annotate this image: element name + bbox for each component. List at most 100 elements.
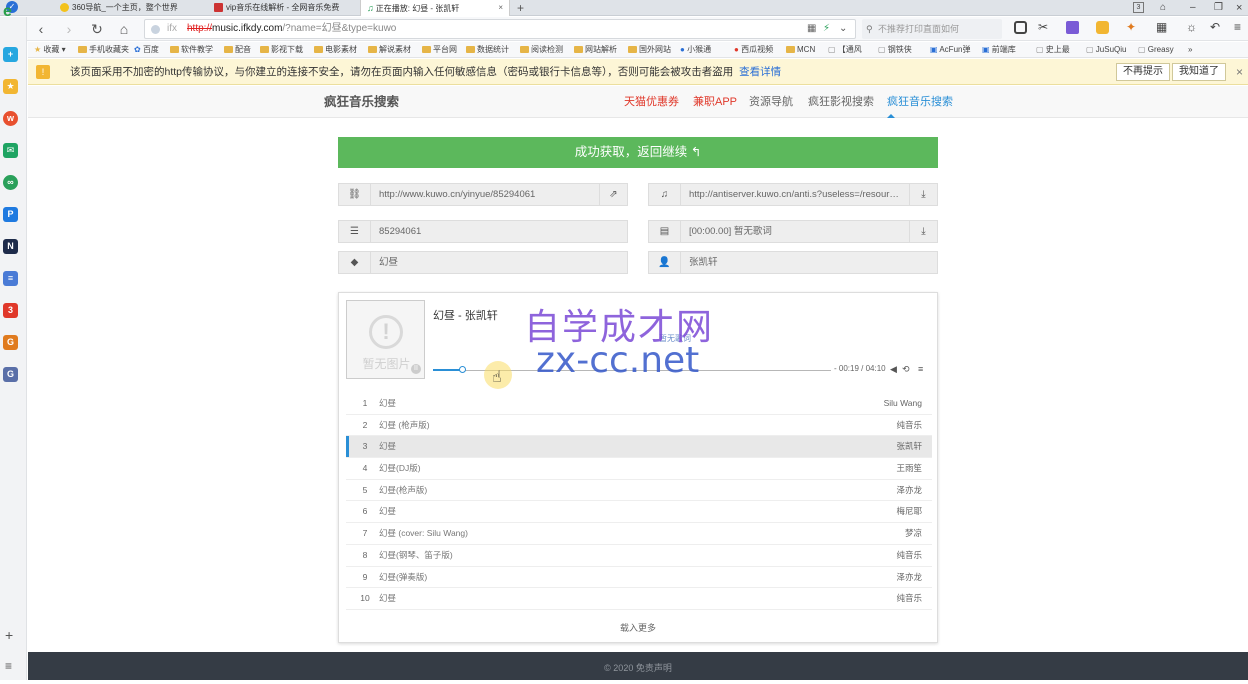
bookmark-item[interactable]: ▣ 前端库 (982, 42, 1016, 58)
more-menu-icon[interactable]: ≡ (1234, 20, 1241, 34)
bookmark-item[interactable]: ▢ 史上最 (1036, 42, 1070, 58)
screenshot-icon[interactable] (1014, 21, 1027, 34)
bookmark-item[interactable]: 软件教学 (170, 42, 213, 58)
restore-icon[interactable]: ❐ (1214, 0, 1223, 16)
playlist-row[interactable]: 9 幻昼(弹奏版) 泽亦龙 (346, 567, 932, 589)
back-icon[interactable]: ‹ (32, 20, 50, 38)
got-it-button[interactable]: 我知道了 (1172, 63, 1226, 81)
lightning-icon[interactable]: ⚡ (823, 20, 830, 38)
sidebar-app-icon[interactable]: + (3, 47, 18, 62)
load-more-button[interactable]: 载入更多 (339, 621, 937, 634)
chevron-down-icon[interactable]: ⌄ (839, 20, 847, 38)
playlist-toggle-icon[interactable]: ≡ (918, 364, 923, 374)
url-input[interactable]: ifx http://music.ifkdy.com/?name=幻昼&type=… (144, 19, 856, 39)
home-icon[interactable]: ⌂ (115, 20, 133, 38)
forward-icon[interactable]: › (60, 20, 78, 38)
tab-1[interactable]: 360导航_一个主页，整个世界 (54, 0, 204, 16)
audio-url-field[interactable]: ♫ http://antiserver.kuwo.cn/anti.s?usele… (648, 183, 938, 206)
sidebar-loop-icon[interactable]: ∞ (3, 175, 18, 190)
song-link-field[interactable]: ⛓ http://www.kuwo.cn/yinyue/85294061 ⇗ (338, 183, 628, 206)
download-audio-icon[interactable]: ⤓ (909, 184, 937, 205)
menu-parttime-app[interactable]: 兼职APP (693, 86, 737, 118)
bookmark-item[interactable]: 国外网站 (628, 42, 671, 58)
shirt-icon[interactable]: ⌂ (1160, 0, 1166, 16)
bookmark-item[interactable]: ● 西瓜视频 (734, 42, 773, 58)
reload-icon[interactable]: ↻ (88, 20, 106, 38)
song-name-field[interactable]: ◆ 幻昼 (338, 251, 628, 274)
sidebar-p-icon[interactable]: P (3, 207, 18, 222)
game-icon[interactable]: ✦ (1126, 20, 1136, 34)
open-link-icon[interactable]: ⇗ (599, 184, 627, 205)
bookmark-item[interactable]: ✿ 百度 (134, 42, 159, 58)
bookmark-item[interactable]: 手机收藏夹 (78, 42, 129, 58)
playlist-row[interactable]: 5 幻昼(枪声版) 泽亦龙 (346, 480, 932, 502)
close-warning-icon[interactable]: × (1236, 59, 1243, 85)
bookmark-item[interactable]: 配音 (224, 42, 251, 58)
game-app-icon-2[interactable]: G (3, 367, 18, 382)
bookmark-favorites[interactable]: ★ 收藏 ▾ (34, 42, 66, 58)
sidebar-360-icon[interactable]: 3 (3, 303, 18, 318)
lyric-field[interactable]: ▤ [00:00.00] 暂无歌词 ⤓ (648, 220, 938, 243)
bookmark-item[interactable]: 网站解析 (574, 42, 617, 58)
menu-video-search[interactable]: 疯狂影视搜索 (808, 86, 874, 118)
sidebar-menu-icon[interactable]: ≡ (5, 659, 12, 673)
playlist-row[interactable]: 2 幻昼 (枪声版) 纯音乐 (346, 415, 932, 437)
no-remind-button[interactable]: 不再提示 (1116, 63, 1170, 81)
news-icon[interactable]: N (3, 239, 18, 254)
site-brand[interactable]: 疯狂音乐搜索 (324, 86, 399, 118)
menu-resource-nav[interactable]: 资源导航 (749, 86, 793, 118)
download-lyric-icon[interactable]: ⤓ (909, 221, 937, 242)
new-tab-button[interactable]: + (517, 0, 524, 16)
bookmark-item[interactable]: 平台网 (422, 42, 457, 58)
weibo-icon[interactable]: w (3, 111, 18, 126)
bookmark-item[interactable]: ▢ 钢铁侠 (878, 42, 912, 58)
undo-icon[interactable]: ↶ (1210, 20, 1220, 34)
scissors-icon[interactable]: ✂ (1038, 20, 1048, 34)
bookmark-item[interactable]: MCN (786, 42, 815, 58)
grid-icon[interactable]: ▦ (807, 20, 816, 38)
sidebar-star-icon[interactable]: ★ (3, 79, 18, 94)
menu-music-search[interactable]: 疯狂音乐搜索 (887, 86, 953, 118)
close-window-icon[interactable]: × (1236, 0, 1242, 16)
playlist-row[interactable]: 10 幻昼 纯音乐 (346, 588, 932, 610)
tab-counter[interactable]: 3 (1133, 2, 1144, 13)
success-return-button[interactable]: 成功获取，返回继续 ↰ (338, 137, 938, 168)
song-id-field[interactable]: ☰ 85294061 (338, 220, 628, 243)
bookmark-item[interactable]: ▣ AcFun弹 (930, 42, 970, 58)
bookmark-item[interactable]: ▢ 【通风 (828, 42, 862, 58)
volume-icon[interactable]: ◀ (890, 364, 897, 375)
bookmark-overflow-icon[interactable]: » (1188, 42, 1192, 58)
playlist-row[interactable]: 3 幻昼 张凯轩 (346, 436, 932, 459)
bookmark-item[interactable]: 阅读检测 (520, 42, 563, 58)
menu-tmall-coupon[interactable]: 天猫优惠券 (624, 86, 679, 118)
bookmark-item[interactable]: 数据统计 (466, 42, 509, 58)
minimize-icon[interactable]: – (1190, 0, 1196, 16)
tab-close-icon[interactable]: × (498, 0, 503, 16)
site-info-icon[interactable] (151, 25, 160, 34)
playlist-row[interactable]: 7 幻昼 (cover: Silu Wang) 梦凉 (346, 523, 932, 545)
play-overlay-icon[interactable]: II (411, 364, 421, 374)
game-app-icon[interactable]: G (3, 335, 18, 350)
progress-knob[interactable] (459, 366, 466, 373)
tab-2[interactable]: vip音乐在线解析 - 全网音乐免费 (208, 0, 342, 16)
mail-icon[interactable]: ✉ (3, 143, 18, 158)
apps-grid-icon[interactable]: ▦ (1156, 20, 1167, 34)
bookmark-item[interactable]: ▢ JuSuQiu (1086, 42, 1126, 58)
tab-3[interactable]: ♫ 正在播放: 幻昼 - 张凯轩 × (360, 0, 510, 16)
translate-icon[interactable] (1066, 21, 1079, 34)
search-input[interactable]: ⚲ 不推荐打印直面如何 (862, 19, 1002, 39)
doc-icon[interactable]: ≡ (3, 271, 18, 286)
shield-icon[interactable] (1096, 21, 1109, 34)
playlist-row[interactable]: 8 幻昼(钢琴、笛子版) 纯音乐 (346, 545, 932, 567)
loop-icon[interactable]: ⟲ (902, 364, 910, 375)
bookmark-item[interactable]: 解说素材 (368, 42, 411, 58)
warning-details-link[interactable]: 查看详情 (739, 66, 781, 78)
settings-icon[interactable]: ☼ (1186, 20, 1197, 34)
playlist-row[interactable]: 4 幻昼(DJ版) 王雨笙 (346, 458, 932, 480)
playlist-row[interactable]: 1 幻昼 Silu Wang (346, 393, 932, 415)
song-author-field[interactable]: 👤 张凯轩 (648, 251, 938, 274)
playlist-row[interactable]: 6 幻昼 梅尼耶 (346, 501, 932, 524)
bookmark-item[interactable]: ● 小猴通 (680, 42, 711, 58)
bookmark-item[interactable]: 电影素材 (314, 42, 357, 58)
add-sidebar-icon[interactable]: + (5, 627, 13, 643)
